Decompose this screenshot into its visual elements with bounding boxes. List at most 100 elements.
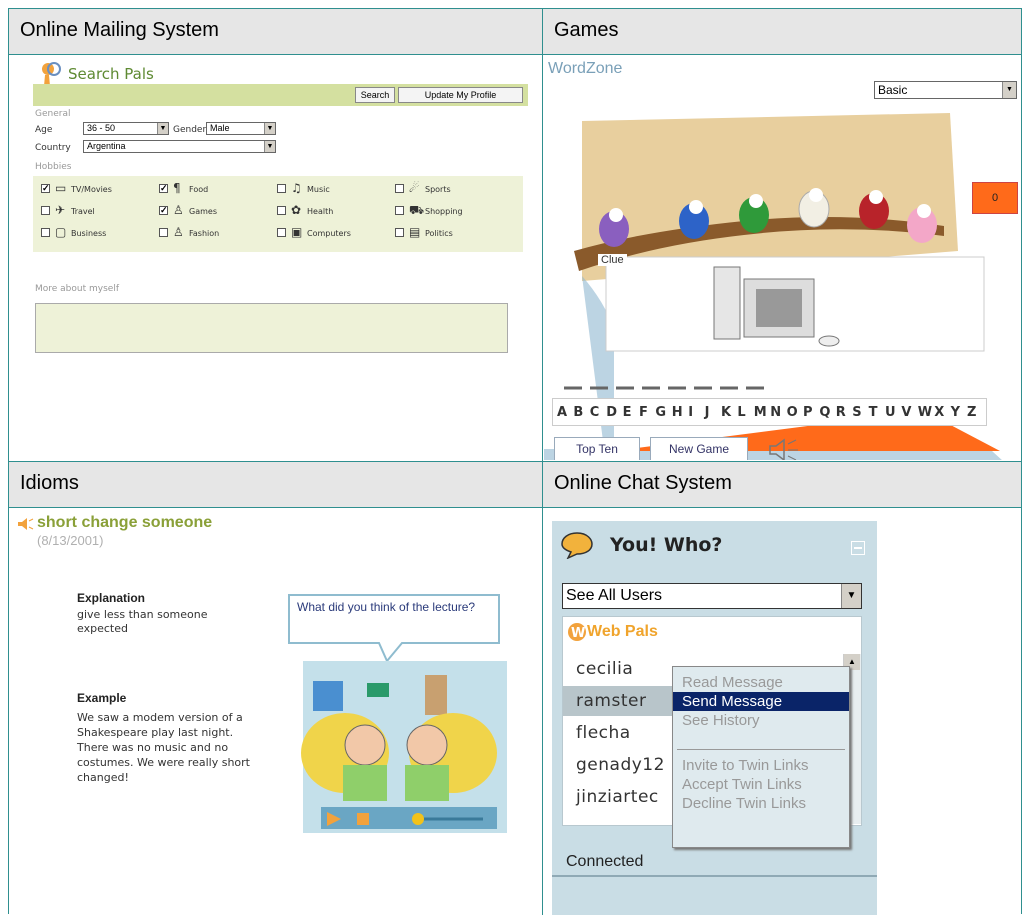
letter-button[interactable]: R (836, 405, 846, 420)
hobby-checkbox[interactable] (395, 184, 404, 193)
hobby-checkbox[interactable] (41, 228, 50, 237)
hobby-checkbox[interactable] (41, 206, 50, 215)
chevron-down-icon: ▼ (264, 123, 275, 134)
header-idioms-label: Idioms (20, 472, 79, 494)
menu-item[interactable]: Decline Twin Links (673, 794, 849, 813)
chat-panel: You! Who? See All Users ▼ W Web Pals ▲ ce… (552, 521, 877, 915)
svg-text:W: W (571, 626, 585, 641)
header-mail-label: Online Mailing System (20, 19, 219, 41)
hobbies-grid: ✓ ▭ TV/Movies ✓ ¶ Food ♫ Music ☄ Sports ✈ Travel ✓ ♙ G… (33, 176, 523, 252)
letter-button[interactable]: V (901, 405, 911, 420)
letter-button[interactable]: F (639, 405, 648, 420)
context-menu: Read Message Send Message See History Invit… (672, 666, 850, 848)
bird-scene-panel (582, 113, 958, 281)
status-divider (552, 875, 877, 877)
letter-button[interactable]: G (655, 405, 666, 420)
gender-label: Gender (173, 125, 207, 135)
user-filter-select[interactable]: See All Users ▼ (562, 583, 862, 609)
hobby-checkbox[interactable] (159, 228, 168, 237)
hobby-checkbox[interactable]: ✓ (41, 184, 50, 193)
hobby-checkbox[interactable]: ✓ (159, 184, 168, 193)
letter-button[interactable]: B (573, 405, 583, 420)
letter-button[interactable]: J (705, 405, 710, 420)
letter-button[interactable]: O (787, 405, 798, 420)
country-select[interactable]: Argentina ▼ (83, 140, 276, 153)
lecture-illustration (301, 661, 507, 833)
letter-button[interactable]: E (623, 405, 632, 420)
letter-button[interactable]: Q (819, 405, 830, 420)
letter-button[interactable]: T (869, 405, 878, 420)
letter-button[interactable]: N (770, 405, 781, 420)
age-select[interactable]: 36 - 50 ▼ (83, 122, 169, 135)
letter-button[interactable]: S (852, 405, 861, 420)
hobby-checkbox[interactable] (277, 228, 286, 237)
food-icon: ¶ (173, 181, 181, 195)
sports-icon: ☄ (409, 181, 420, 195)
letter-button[interactable]: H (672, 405, 683, 420)
search-button[interactable]: Search (355, 87, 395, 103)
user-name: jinziartec (576, 787, 659, 807)
chevron-down-icon: ▼ (1002, 82, 1016, 98)
speaker-icon[interactable] (768, 438, 802, 460)
letter-button[interactable]: P (803, 405, 813, 420)
example-text: We saw a modem version of a Shakespeare … (77, 711, 250, 784)
hobby-label: Shopping (425, 207, 463, 216)
mail-title: Search Pals (68, 65, 154, 83)
figure-grid: Online Mailing System Games Search Pals … (8, 8, 1022, 915)
user-name: genady12 (576, 755, 665, 775)
letter-button[interactable]: K (721, 405, 731, 420)
hobby-checkbox[interactable]: ✓ (159, 206, 168, 215)
idioms-panel: short change someone (8/13/2001) Explana… (15, 511, 539, 915)
games-title: WordZone (548, 60, 623, 77)
menu-item[interactable]: See History (673, 711, 849, 730)
hobby-label: Fashion (189, 229, 220, 238)
menu-item[interactable]: Invite to Twin Links (673, 756, 849, 775)
menu-item[interactable]: Send Message (673, 692, 849, 711)
hobby-label: Music (307, 185, 330, 194)
update-profile-button[interactable]: Update My Profile (398, 87, 523, 103)
hobbies-label: Hobbies (35, 162, 72, 172)
hobby-label: Food (189, 185, 209, 194)
letter-button[interactable]: Z (967, 405, 976, 420)
more-about-textarea[interactable] (35, 303, 508, 353)
header-idioms: Idioms (9, 462, 542, 508)
hobby-checkbox[interactable] (395, 228, 404, 237)
music-icon: ♫ (291, 181, 302, 195)
speaker-icon[interactable] (17, 517, 35, 531)
games-icon: ♙ (173, 203, 184, 217)
chevron-down-icon: ▼ (264, 141, 275, 152)
menu-item[interactable]: Accept Twin Links (673, 775, 849, 794)
gender-select[interactable]: Male ▼ (206, 122, 276, 135)
hobby-label: Business (71, 229, 107, 238)
letter-button[interactable]: L (737, 405, 745, 420)
letter-button[interactable]: A (557, 405, 567, 420)
letter-button[interactable]: C (590, 405, 600, 420)
health-icon: ✿ (291, 203, 302, 217)
header-games-label: Games (554, 19, 619, 41)
age-value: 36 - 50 (87, 123, 116, 133)
letter-button[interactable]: Y (951, 405, 960, 420)
country-value: Argentina (87, 141, 126, 151)
letter-button[interactable]: W (918, 405, 932, 420)
fashion-icon: ♙ (173, 225, 184, 239)
user-name: cecilia (576, 659, 634, 679)
letter-button[interactable]: D (606, 405, 617, 420)
chat-title: You! Who? (610, 534, 723, 556)
menu-item[interactable]: Read Message (673, 673, 849, 692)
hobby-label: Travel (71, 207, 95, 216)
letter-button[interactable]: M (754, 405, 767, 420)
new-game-button[interactable]: New Game (650, 437, 748, 460)
letter-button[interactable]: X (934, 405, 944, 420)
web-pals-icon: W (568, 623, 586, 641)
letter-button[interactable]: I (688, 405, 693, 420)
hobby-checkbox[interactable] (277, 184, 286, 193)
hobby-checkbox[interactable] (395, 206, 404, 215)
level-select[interactable]: Basic ▼ (874, 81, 1017, 99)
explanation-label: Explanation (77, 591, 146, 605)
letter-button[interactable]: U (885, 405, 896, 420)
header-mail: Online Mailing System (9, 9, 542, 55)
top-ten-button[interactable]: Top Ten (554, 437, 640, 460)
minimize-button[interactable] (851, 541, 865, 555)
hobby-checkbox[interactable] (277, 206, 286, 215)
user-filter-value: See All Users (566, 587, 663, 604)
